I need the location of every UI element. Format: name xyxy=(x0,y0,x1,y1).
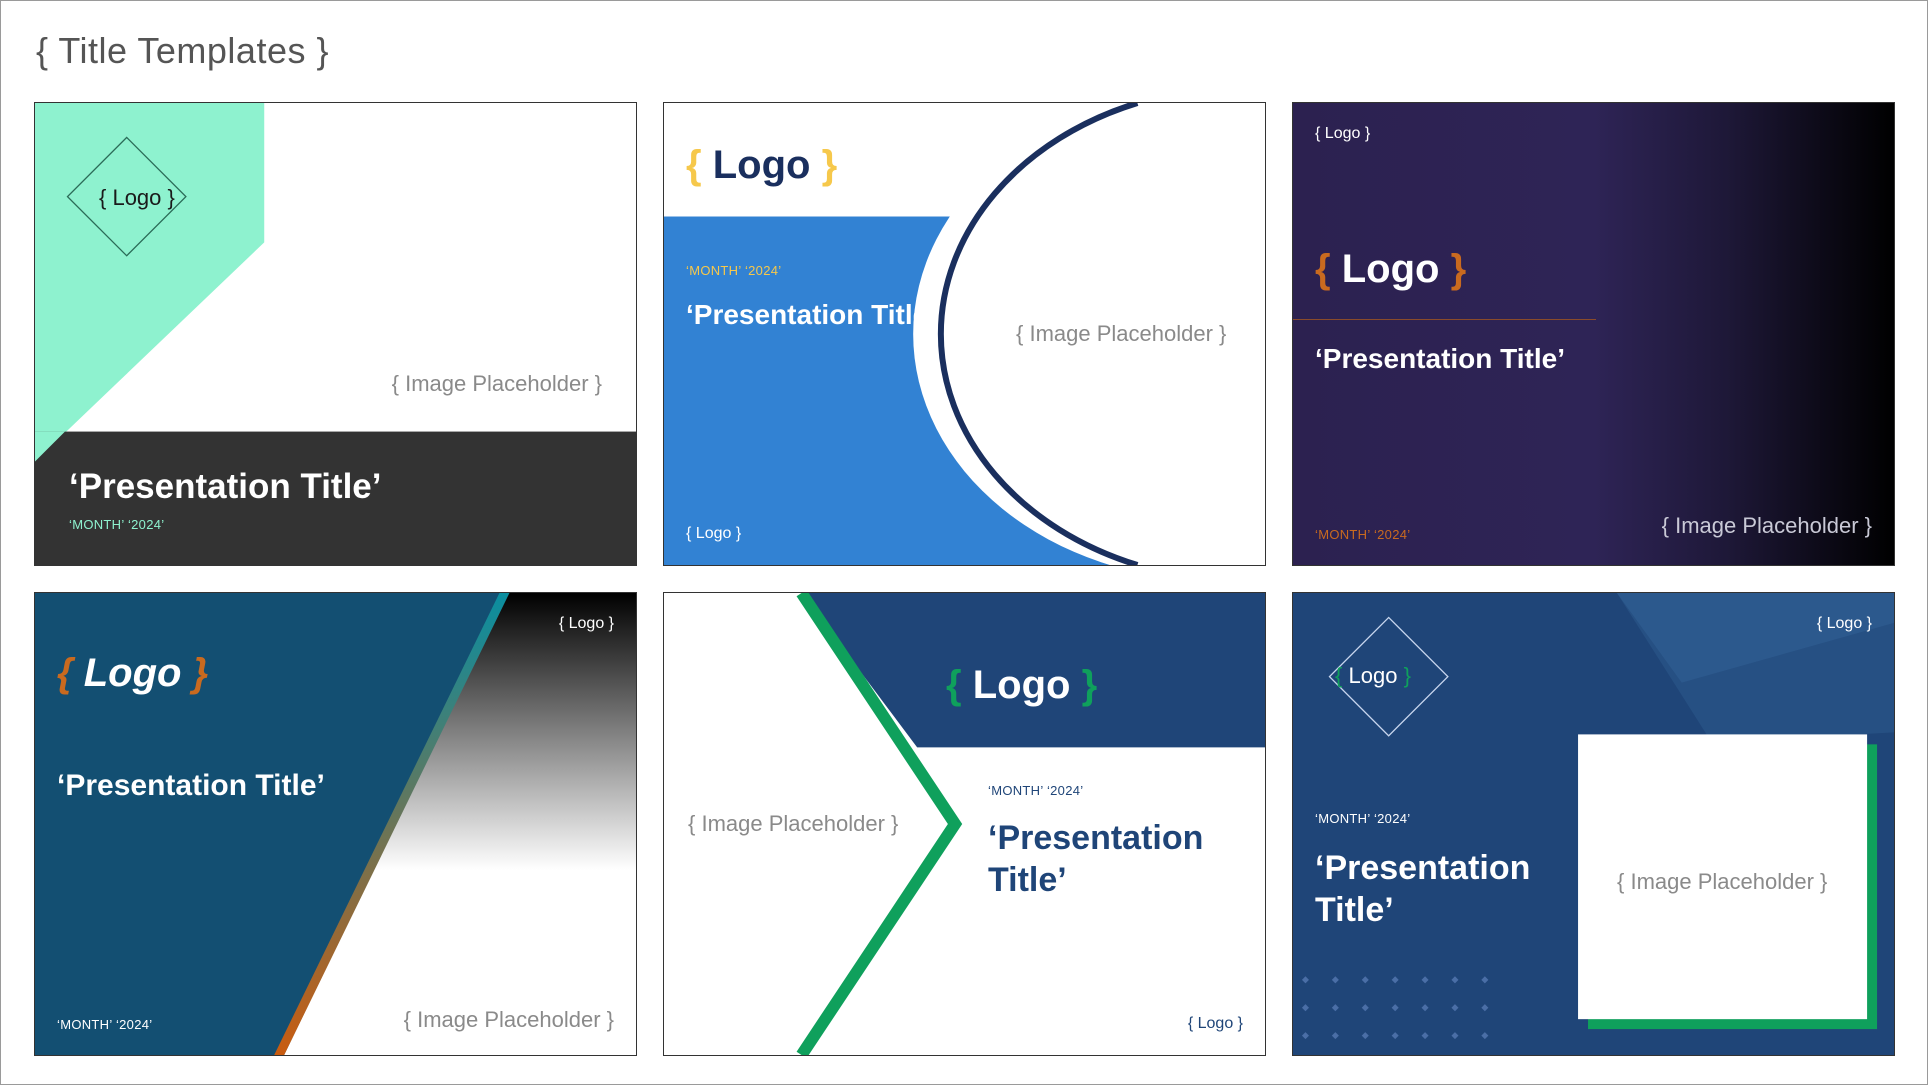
template-4-image-placeholder: { Image Placeholder } xyxy=(403,1007,614,1032)
template-5-date: ‘MONTH’ ‘2024’ xyxy=(988,783,1084,798)
template-1-title: ‘Presentation Title’ xyxy=(69,467,382,506)
logo-close-brace: } xyxy=(1403,663,1411,688)
logo-word: Logo xyxy=(83,651,182,695)
template-card-4[interactable]: { Logo } { Logo } ‘Presentation Title’ ‘… xyxy=(34,592,637,1056)
title-line-2: Title’ xyxy=(988,861,1067,899)
template-1-logo: { Logo } xyxy=(99,185,175,210)
logo-close-brace: } xyxy=(821,143,838,187)
logo-word: Logo xyxy=(1348,663,1398,688)
template-3-logo: { Logo } xyxy=(1315,247,1466,292)
logo-word: Logo xyxy=(712,143,811,187)
template-3-date: ‘MONTH’ ‘2024’ xyxy=(1315,527,1411,542)
logo-open-brace: { xyxy=(57,651,73,695)
template-3-image-placeholder: { Image Placeholder } xyxy=(1661,513,1872,538)
template-1-image-placeholder: { Image Placeholder } xyxy=(391,371,602,396)
template-2-date: ‘MONTH’ ‘2024’ xyxy=(686,263,782,278)
template-card-3[interactable]: { Logo } { Logo } ‘Presentation Title’ ‘… xyxy=(1292,102,1895,566)
logo-open-brace: { xyxy=(1335,663,1343,688)
logo-open-brace: { xyxy=(686,143,702,187)
logo-word: Logo xyxy=(972,663,1071,707)
logo-close-brace: } xyxy=(1081,663,1098,707)
logo-word: Logo xyxy=(1341,247,1440,291)
template-5-title: ‘Presentation Title’ xyxy=(988,817,1203,901)
page-title: { Title Templates } xyxy=(36,30,329,71)
template-2-logo: { Logo } xyxy=(686,143,837,188)
logo-open-brace: { xyxy=(946,663,962,707)
template-card-2[interactable]: { Logo } ‘MONTH’ ‘2024’ ‘Presentation Ti… xyxy=(663,102,1266,566)
title-line-1: ‘Presentation xyxy=(988,819,1204,857)
template-card-5[interactable]: { Logo } ‘MONTH’ ‘2024’ ‘Presentation Ti… xyxy=(663,592,1266,1056)
title-line-1: ‘Presentation xyxy=(1315,849,1531,887)
template-4-corner-logo: { Logo } xyxy=(558,615,614,632)
template-1-date: ‘MONTH’ ‘2024’ xyxy=(69,517,165,532)
template-5-logo: { Logo } xyxy=(946,663,1097,708)
template-2-footer-logo: { Logo } xyxy=(686,525,742,542)
template-2-title: ‘Presentation Title’ xyxy=(686,299,936,330)
template-6-corner-logo: { Logo } xyxy=(1816,615,1872,632)
template-6-date: ‘MONTH’ ‘2024’ xyxy=(1315,811,1411,826)
template-card-1[interactable]: { Logo } { Image Placeholder } ‘Presenta… xyxy=(34,102,637,566)
template-3-divider xyxy=(1293,319,1596,320)
template-2-image-placeholder: { Image Placeholder } xyxy=(1016,321,1227,346)
logo-open-brace: { xyxy=(1315,247,1331,291)
template-4-date: ‘MONTH’ ‘2024’ xyxy=(57,1017,153,1032)
template-card-6[interactable]: { Logo } { Logo } ‘MONTH’ ‘2024’ ‘Presen… xyxy=(1292,592,1895,1056)
logo-close-brace: } xyxy=(1450,247,1467,291)
template-5-footer-logo: { Logo } xyxy=(1187,1015,1243,1032)
title-line-2: Title’ xyxy=(1315,891,1394,929)
logo-close-brace: } xyxy=(192,651,209,695)
template-6-image-placeholder: { Image Placeholder } xyxy=(1617,869,1828,894)
template-5-image-placeholder: { Image Placeholder } xyxy=(688,811,899,836)
template-3-title: ‘Presentation Title’ xyxy=(1315,343,1565,374)
template-6-title: ‘Presentation Title’ xyxy=(1315,847,1530,931)
template-3-top-logo: { Logo } xyxy=(1315,125,1371,142)
template-4-title: ‘Presentation Title’ xyxy=(57,769,325,802)
template-6-diamond-logo: { Logo } xyxy=(1335,663,1411,689)
template-4-logo: { Logo } xyxy=(57,651,208,696)
